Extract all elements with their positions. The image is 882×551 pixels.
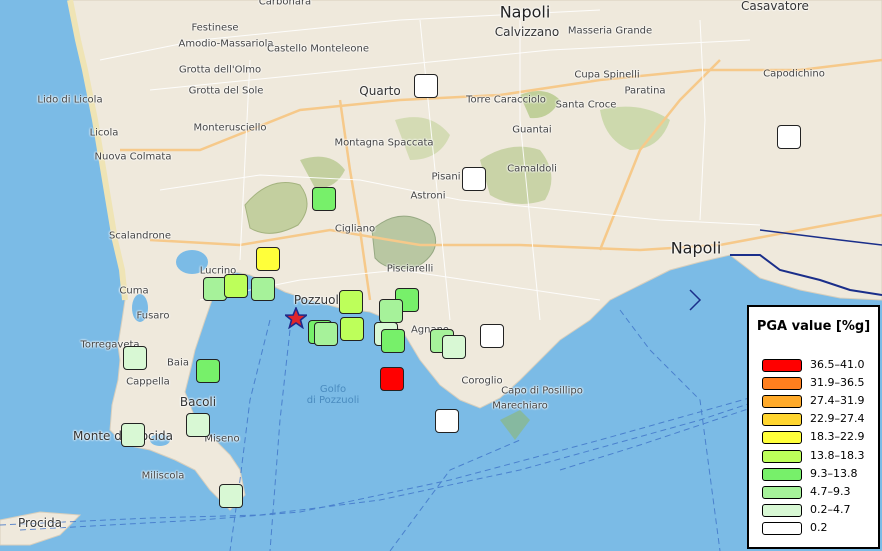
station-marker[interactable] — [121, 423, 145, 447]
place-label: Licola — [89, 127, 119, 139]
place-label: Monterusciello — [193, 122, 267, 134]
station-marker[interactable] — [462, 167, 486, 191]
legend-swatch — [762, 431, 802, 445]
place-label: Miseno — [204, 433, 240, 445]
station-marker[interactable] — [186, 413, 210, 437]
place-label: Calvizzano — [494, 25, 560, 39]
legend-swatch — [762, 377, 802, 391]
place-label: Baia — [167, 357, 189, 369]
place-label: Casavatore — [741, 0, 809, 13]
station-marker[interactable] — [435, 409, 459, 433]
legend-label: 13.8–18.3 — [810, 448, 865, 462]
pga-legend: PGA value [%g] 36.5–41.0 31.9–36.5 27.4–31… — [747, 305, 880, 549]
place-label: Santa Croce — [555, 99, 617, 111]
station-marker[interactable] — [251, 277, 275, 301]
epicenter-star-icon[interactable] — [285, 307, 307, 329]
station-marker[interactable] — [196, 359, 220, 383]
place-label: Capo di Posillipo — [501, 385, 583, 397]
place-label: Pisciarelli — [386, 263, 434, 275]
place-label: Nuova Colmata — [94, 151, 172, 163]
station-marker[interactable] — [442, 335, 466, 359]
place-label: Marechiaro — [492, 400, 548, 412]
place-label: Pozzuoli — [293, 293, 343, 307]
station-marker[interactable] — [123, 346, 147, 370]
place-label: Procida — [18, 516, 62, 530]
station-marker[interactable] — [480, 324, 504, 348]
place-label: Camaldoli — [507, 163, 557, 175]
place-label: Quarto — [359, 84, 401, 98]
legend-swatch — [762, 521, 802, 535]
legend-label: 0.2 — [810, 520, 828, 534]
place-label: Grotta del Sole — [188, 85, 264, 97]
place-label: Masseria Grande — [567, 25, 653, 37]
legend-label: 18.3–22.9 — [810, 430, 865, 444]
place-label: Montagna Spaccata — [334, 137, 434, 149]
place-label: Festinese — [191, 22, 239, 34]
station-marker[interactable] — [312, 187, 336, 211]
place-label: Lido di Licola — [37, 94, 103, 106]
legend-swatch — [762, 467, 802, 481]
place-label: Napoli — [499, 2, 551, 22]
legend-label: 27.4–31.9 — [810, 394, 865, 408]
legend-swatch — [762, 395, 802, 409]
station-marker[interactable] — [777, 125, 801, 149]
legend-swatch — [762, 503, 802, 517]
place-label: Napoli — [670, 238, 722, 258]
station-marker[interactable] — [256, 247, 280, 271]
station-marker[interactable] — [380, 367, 404, 391]
station-marker[interactable] — [224, 274, 248, 298]
legend-swatch — [762, 485, 802, 499]
place-label: Torre Caracciolo — [466, 94, 546, 106]
legend-label: 36.5–41.0 — [810, 358, 865, 371]
place-label: Scalandrone — [108, 230, 172, 242]
place-label: Castello Monteleone — [267, 43, 369, 55]
place-label: Grotta dell'Olmo — [178, 64, 262, 76]
legend-label: 4.7–9.3 — [810, 484, 851, 498]
legend-swatch — [762, 413, 802, 427]
legend-title: PGA value [%g] — [756, 319, 871, 334]
place-label: Fusaro — [136, 310, 170, 322]
place-label: Miliscola — [141, 470, 185, 482]
legend-label: 22.9–27.4 — [810, 412, 865, 426]
station-marker[interactable] — [381, 329, 405, 353]
legend-swatch — [762, 359, 802, 372]
place-label: Pisani — [431, 171, 461, 183]
legend-label: 0.2–4.7 — [810, 502, 851, 516]
legend-label: 31.9–36.5 — [810, 376, 865, 390]
station-marker[interactable] — [219, 484, 243, 508]
place-label: Paratina — [624, 85, 666, 97]
place-label: Cigliano — [334, 223, 376, 235]
place-label: Amodio-Massariola — [178, 38, 274, 50]
place-label: Coroglio — [461, 375, 503, 387]
legend-label: 9.3–13.8 — [810, 466, 858, 480]
legend-swatch — [762, 449, 802, 463]
place-label: Cuma — [119, 285, 149, 297]
place-label: Capodichino — [763, 68, 825, 80]
station-marker[interactable] — [340, 317, 364, 341]
place-label: Guantai — [512, 124, 552, 136]
station-marker[interactable] — [379, 299, 403, 323]
station-marker[interactable] — [414, 74, 438, 98]
place-label: Cappella — [126, 376, 170, 388]
place-label: Astroni — [410, 190, 446, 202]
water-label: Golfo di Pozzuoli — [306, 384, 360, 406]
station-marker[interactable] — [314, 322, 338, 346]
place-label: Carbonara — [258, 0, 312, 8]
station-marker[interactable] — [339, 290, 363, 314]
place-label: Cupa Spinelli — [574, 69, 640, 81]
park-camaldoli — [480, 146, 552, 204]
place-label: Bacoli — [179, 395, 217, 409]
